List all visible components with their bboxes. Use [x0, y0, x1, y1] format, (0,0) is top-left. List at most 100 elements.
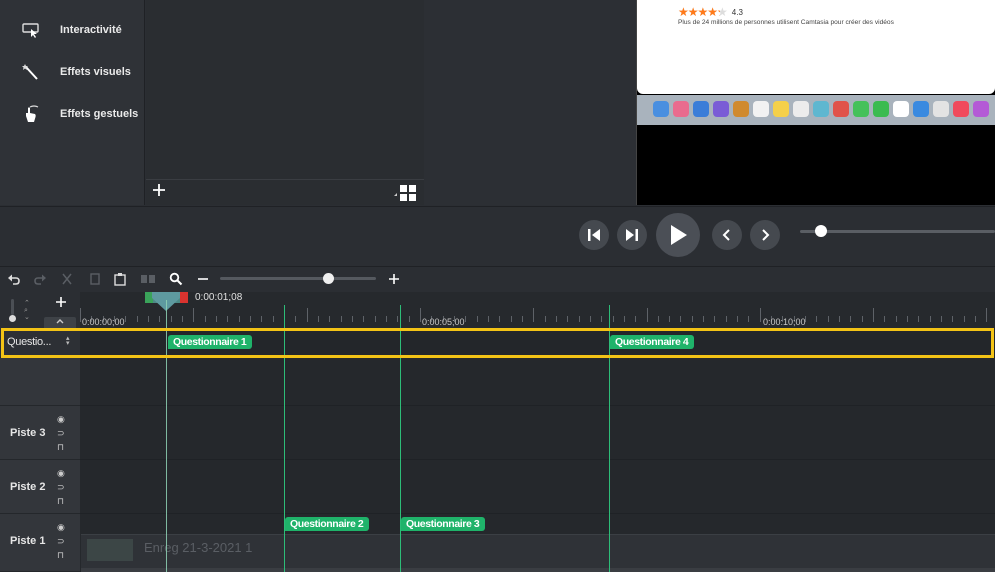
ruler-tick [816, 316, 818, 322]
dock-app-icon[interactable] [833, 101, 849, 117]
ruler-tick [895, 316, 897, 322]
media-clip[interactable]: Enreg 21-3-2021 1 [81, 534, 995, 568]
dock-app-icon[interactable] [793, 101, 809, 117]
step-back-icon [588, 229, 600, 241]
ruler-tick [487, 316, 489, 322]
zoom-in-button[interactable] [385, 270, 403, 288]
dock-app-icon[interactable] [673, 101, 689, 117]
redo-button[interactable] [31, 270, 49, 288]
previous-marker-button[interactable] [712, 220, 742, 250]
dock-app-icon[interactable] [953, 101, 969, 117]
magnifier-icon [169, 272, 183, 286]
track-controls-header: ⌃ ⌕ ⌄ [0, 292, 80, 328]
preview-scrubber[interactable] [800, 230, 995, 233]
track-name: Piste 1 [10, 535, 46, 547]
step-forward-icon [626, 229, 638, 241]
dock-app-icon[interactable] [813, 101, 829, 117]
quiz-track-highlight [1, 328, 994, 358]
add-track-button[interactable] [55, 295, 67, 313]
ruler-tick [884, 316, 886, 322]
ruler-tick [544, 316, 546, 322]
dock-app-icon[interactable] [933, 101, 949, 117]
ruler-tick [725, 316, 727, 322]
zoom-out-button[interactable] [194, 270, 212, 288]
ruler-tick [238, 316, 240, 322]
add-media-button[interactable] [150, 181, 168, 204]
dock-app-icon[interactable] [753, 101, 769, 117]
ruler-tick [669, 316, 671, 322]
dock-app-icon[interactable] [773, 101, 789, 117]
copy-button[interactable] [86, 270, 104, 288]
play-button[interactable] [656, 213, 700, 257]
dock-app-icon[interactable] [653, 101, 669, 117]
sidebar-item-interactivity[interactable]: Interactivité [0, 15, 145, 45]
ruler-tick [408, 316, 410, 322]
ruler-tick [499, 316, 501, 322]
clip-label: Enreg 21-3-2021 1 [144, 540, 253, 555]
track-name: Piste 3 [10, 427, 46, 439]
previous-frame-button[interactable] [579, 220, 609, 250]
cursor-screen-icon [21, 20, 41, 40]
quiz-marker-3[interactable]: Questionnaire 3 [401, 517, 486, 531]
ruler-tick [181, 316, 183, 322]
ruler-tick [510, 316, 512, 322]
dock-app-icon[interactable] [893, 101, 909, 117]
sidebar-item-visual-effects[interactable]: Effets visuels [0, 57, 145, 87]
dock-app-icon[interactable] [853, 101, 869, 117]
playhead-time: 0:00:01;08 [195, 292, 243, 303]
next-frame-button[interactable] [617, 220, 647, 250]
quiz-marker-2[interactable]: Questionnaire 2 [285, 517, 370, 531]
dock-app-icon[interactable] [873, 101, 889, 117]
grid-view-icon [394, 185, 416, 201]
dock-app-icon[interactable] [973, 101, 989, 117]
dock-app-icon[interactable] [913, 101, 929, 117]
clip-thumbnail [87, 539, 133, 561]
track-header-2[interactable]: Piste 2 ◉ ⊃ ⊓ [0, 460, 80, 514]
ruler-tick [465, 316, 467, 322]
zoom-slider[interactable] [220, 277, 376, 280]
chevron-left-icon [722, 229, 730, 241]
track-height-slider[interactable] [9, 299, 16, 323]
track-header-3[interactable]: Piste 3 ◉ ⊃ ⊓ [0, 406, 80, 460]
paste-button[interactable] [111, 270, 129, 288]
next-marker-button[interactable] [750, 220, 780, 250]
undo-button[interactable] [5, 270, 23, 288]
ruler-label: 0:00:05;00 [422, 317, 465, 327]
track-lane-2[interactable] [80, 460, 995, 514]
magic-wand-icon [21, 62, 41, 82]
scrubber-handle[interactable] [815, 225, 827, 237]
ruler-tick [374, 316, 376, 322]
collapse-tracks-button[interactable] [44, 317, 76, 328]
dock-app-icon[interactable] [693, 101, 709, 117]
sidebar-item-label: Effets visuels [60, 66, 131, 78]
ruler-tick [873, 308, 875, 322]
empty-track-lane[interactable] [80, 358, 995, 406]
ruler-tick [986, 308, 988, 322]
track-toggles[interactable]: ◉ ⊃ ⊓ [57, 520, 65, 562]
zoom-fit-button[interactable] [167, 270, 185, 288]
zoom-slider-handle[interactable] [323, 273, 334, 284]
ruler-tick [476, 316, 478, 322]
grid-view-button[interactable] [392, 184, 418, 207]
ruler-tick [850, 316, 852, 322]
ruler-tick [623, 316, 625, 322]
sidebar-item-gesture-effects[interactable]: Effets gestuels [0, 99, 145, 129]
dock-app-icon[interactable] [713, 101, 729, 117]
minus-icon [198, 278, 208, 280]
track-toggles[interactable]: ◉ ⊃ ⊓ [57, 466, 65, 508]
track-lane-3[interactable] [80, 406, 995, 460]
track-toggles[interactable]: ◉ ⊃ ⊓ [57, 412, 65, 454]
ruler-tick [589, 316, 591, 322]
panel-divider-area [424, 0, 636, 205]
cut-button[interactable] [58, 270, 76, 288]
ruler-tick [929, 316, 931, 322]
track-header-1[interactable]: Piste 1 ◉ ⊃ ⊓ [0, 514, 80, 572]
ruler-tick [748, 316, 750, 322]
ruler-tick [261, 316, 263, 322]
vertical-zoom-icon[interactable]: ⌃ ⌕ ⌄ [24, 300, 30, 321]
ruler-tick [295, 316, 297, 322]
ruler-tick [329, 316, 331, 322]
split-button[interactable] [139, 270, 157, 288]
chevron-right-icon [762, 229, 770, 241]
dock-app-icon[interactable] [733, 101, 749, 117]
